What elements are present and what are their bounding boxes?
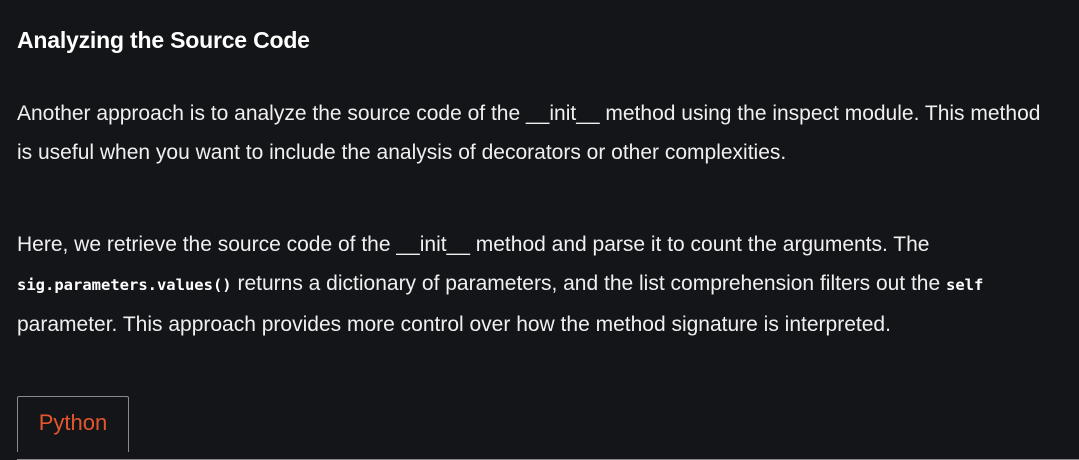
paragraph-text-part1: Here, we retrieve the source code of the… bbox=[17, 233, 930, 256]
paragraph-explanation: Here, we retrieve the source code of the… bbox=[17, 225, 1057, 344]
paragraph-text-part2: returns a dictionary of parameters, and … bbox=[231, 272, 946, 295]
inline-code-self: self bbox=[946, 276, 984, 294]
code-tab-bar: Python bbox=[17, 396, 1079, 460]
article-section: Analyzing the Source Code Another approa… bbox=[0, 0, 1079, 460]
inline-code-sig-parameters: sig.parameters.values() bbox=[17, 276, 232, 294]
paragraph-text-part3: parameter. This approach provides more c… bbox=[17, 313, 891, 336]
section-heading: Analyzing the Source Code bbox=[17, 27, 310, 53]
tab-python[interactable]: Python bbox=[17, 396, 129, 452]
paragraph-intro: Another approach is to analyze the sourc… bbox=[17, 102, 1041, 164]
